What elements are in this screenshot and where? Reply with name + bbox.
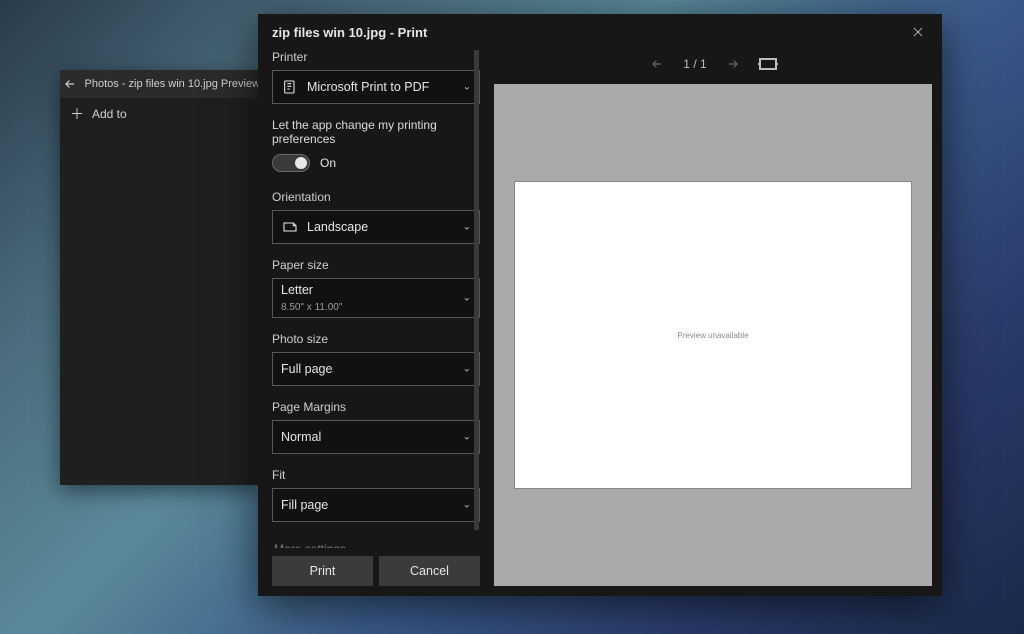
dialog-actions: Print Cancel xyxy=(272,548,480,596)
dialog-titlebar: zip files win 10.jpg - Print xyxy=(258,14,942,50)
dialog-title: zip files win 10.jpg - Print xyxy=(272,25,427,40)
more-settings-button[interactable]: More settings ⌄ xyxy=(272,536,480,548)
arrow-left-icon xyxy=(63,77,77,91)
chevron-down-icon: ⌄ xyxy=(463,364,471,375)
arrow-left-icon xyxy=(649,57,665,71)
page-indicator: 1 / 1 xyxy=(683,57,706,71)
paper-size-label: Paper size xyxy=(272,258,480,272)
margins-value: Normal xyxy=(281,430,471,444)
photos-title: Photos - zip files win 10.jpg Preview xyxy=(81,78,260,90)
paper-size-value: Letter xyxy=(281,283,313,302)
plus-icon: ＋ xyxy=(70,104,84,124)
back-button[interactable] xyxy=(60,70,81,98)
add-to-label: Add to xyxy=(92,107,127,121)
close-button[interactable] xyxy=(904,18,932,46)
page-landscape-icon xyxy=(281,220,299,234)
printer-label: Printer ⌃ xyxy=(272,50,480,64)
orientation-label: Orientation xyxy=(272,190,480,204)
photo-size-label: Photo size xyxy=(272,332,480,346)
add-to-button[interactable]: ＋ Add to xyxy=(60,98,260,130)
photos-titlebar: Photos - zip files win 10.jpg Preview xyxy=(60,70,260,98)
print-dialog: zip files win 10.jpg - Print Printer ⌃ xyxy=(258,14,942,596)
paper-size-sub: 8.50" x 11.00" xyxy=(281,302,342,313)
app-pref-state: On xyxy=(320,156,336,170)
prev-page-button[interactable] xyxy=(649,57,665,71)
close-icon xyxy=(912,26,924,38)
fit-label: Fit xyxy=(272,468,480,482)
cancel-button[interactable]: Cancel xyxy=(379,556,480,586)
chevron-down-icon: ⌄ xyxy=(463,82,471,93)
chevron-down-icon: ⌄ xyxy=(463,432,471,443)
fullscreen-button[interactable] xyxy=(759,58,777,70)
chevron-down-icon: ⌄ xyxy=(463,500,471,511)
more-settings-label: More settings xyxy=(274,542,346,548)
preview-panel: 1 / 1 Preview unavailable xyxy=(490,50,942,596)
preview-area: Preview unavailable xyxy=(494,84,932,586)
settings-scrollbar[interactable] xyxy=(474,50,479,548)
app-pref-label: Let the app change my printing preferenc… xyxy=(272,118,480,146)
printer-value: Microsoft Print to PDF xyxy=(307,80,471,94)
preview-page: Preview unavailable xyxy=(514,181,912,489)
margins-label: Page Margins xyxy=(272,400,480,414)
fit-select[interactable]: Fill page ⌄ xyxy=(272,488,480,522)
orientation-value: Landscape xyxy=(307,220,471,234)
orientation-select[interactable]: Landscape ⌄ xyxy=(272,210,480,244)
arrow-right-icon xyxy=(725,57,741,71)
photo-size-value: Full page xyxy=(281,362,471,376)
chevron-down-icon: ⌄ xyxy=(463,293,471,304)
printer-select[interactable]: Microsoft Print to PDF ⌄ xyxy=(272,70,480,104)
paper-size-select[interactable]: Letter 8.50" x 11.00" ⌄ xyxy=(272,278,480,318)
photo-size-select[interactable]: Full page ⌄ xyxy=(272,352,480,386)
preview-nav: 1 / 1 xyxy=(494,50,932,78)
next-page-button[interactable] xyxy=(725,57,741,71)
photos-window: Photos - zip files win 10.jpg Preview ＋ … xyxy=(60,70,260,485)
margins-select[interactable]: Normal ⌄ xyxy=(272,420,480,454)
settings-panel: Printer ⌃ Microsoft Print to PDF ⌄ Let t… xyxy=(258,50,490,596)
print-button[interactable]: Print xyxy=(272,556,373,586)
chevron-down-icon: ⌄ xyxy=(463,222,471,233)
fit-value: Fill page xyxy=(281,498,471,512)
preview-message: Preview unavailable xyxy=(677,331,748,340)
app-pref-toggle[interactable] xyxy=(272,154,310,172)
printer-pdf-icon xyxy=(281,79,299,95)
